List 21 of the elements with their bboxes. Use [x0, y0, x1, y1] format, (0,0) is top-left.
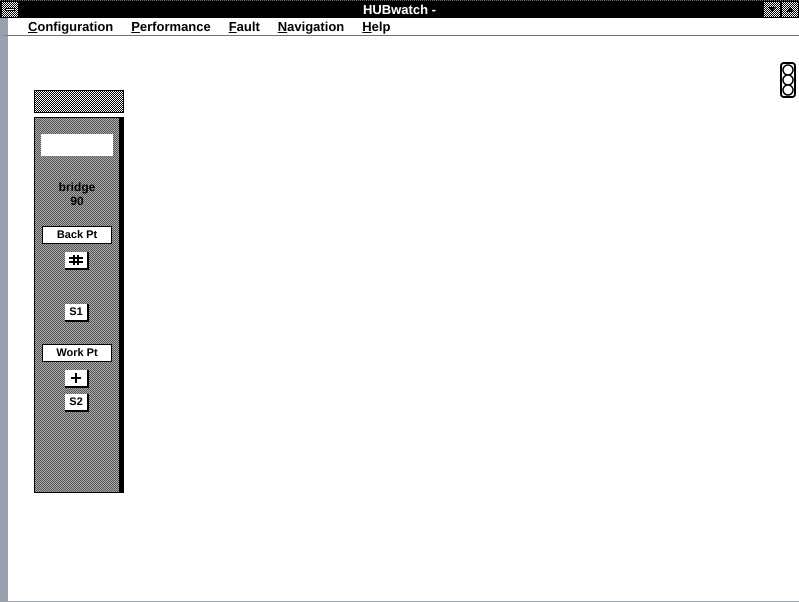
- traffic-light-icon: [780, 62, 796, 98]
- menu-item[interactable]: Help: [362, 16, 390, 36]
- device-label: bridge 90: [58, 180, 96, 208]
- panel-header[interactable]: [34, 90, 124, 113]
- port-group-button[interactable]: Work Pt: [42, 344, 112, 362]
- caret-down-icon: [768, 7, 776, 12]
- plus-icon[interactable]: [65, 370, 89, 388]
- name-field[interactable]: [41, 134, 113, 156]
- system-menu-icon[interactable]: [2, 2, 18, 17]
- minimize-button[interactable]: [764, 2, 780, 17]
- menu-item[interactable]: Navigation: [278, 16, 344, 36]
- port-group-button[interactable]: Back Pt: [42, 226, 112, 244]
- menu-item[interactable]: Configuration: [28, 16, 114, 36]
- maximize-button[interactable]: [782, 2, 798, 17]
- port-button[interactable]: S2: [65, 394, 89, 412]
- menu-item[interactable]: Performance: [131, 16, 211, 36]
- menu-item[interactable]: Fault: [228, 16, 260, 36]
- window-title: HUBwatch -: [363, 0, 436, 19]
- port-button[interactable]: S1: [65, 304, 89, 322]
- caret-up-icon: [786, 7, 794, 12]
- grid-icon[interactable]: [65, 252, 89, 270]
